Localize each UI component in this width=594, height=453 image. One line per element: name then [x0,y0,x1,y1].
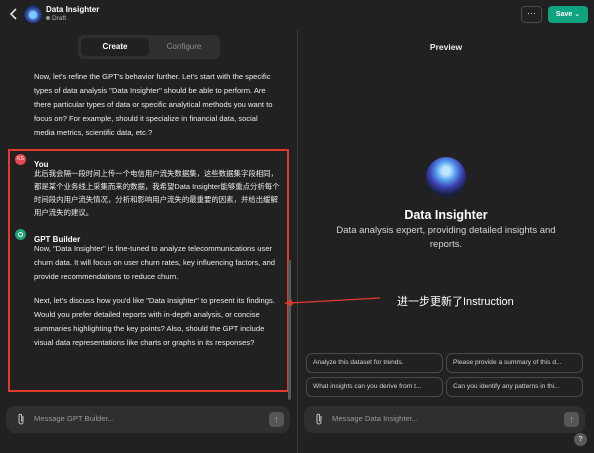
send-button[interactable]: ↑ [269,412,284,427]
preview-heading: Preview [429,42,463,52]
help-button[interactable]: ? [574,433,587,446]
status-dot-icon [46,16,50,21]
send-button[interactable]: ↑ [564,412,579,427]
annotation-label: 进一步更新了Instruction [397,296,514,308]
gpt-title: Data Insighter [46,5,100,14]
save-button-label: Save [555,11,573,18]
preview-panel: Preview Data Insighter Data analysis exp… [298,30,594,453]
annotation-highlight-box [8,149,289,392]
tab-configure[interactable]: Configure [151,38,217,56]
draft-status-label: Draft [52,15,67,22]
gpt-logo [426,157,466,197]
preview-composer[interactable]: Message Data Insighter... ↑ [304,406,585,433]
conversation-starter[interactable]: Please provide a summary of this d... [446,353,583,373]
builder-input[interactable]: Message GPT Builder... [34,414,114,423]
save-button[interactable]: Save ⌄ [548,6,588,23]
draft-status: Draft [46,15,66,22]
paperclip-icon[interactable] [16,413,26,426]
top-bar: Data Insighter Draft ··· Save ⌄ [0,0,594,30]
chat-scrollbar[interactable] [288,260,291,400]
tab-create[interactable]: Create [81,38,149,56]
more-options-button[interactable]: ··· [521,6,542,23]
conversation-starter[interactable]: What insights can you derive from t... [306,377,443,397]
conversation-starter[interactable]: Can you identify any patterns in thi... [446,377,583,397]
gpt-avatar-icon [24,5,42,23]
back-arrow-icon[interactable] [7,7,21,21]
preview-input[interactable]: Message Data Insighter... [332,414,418,423]
conversation-starter[interactable]: Analyze this dataset for trends. [306,353,443,373]
preview-gpt-description: Data analysis expert, providing detailed… [336,225,556,250]
builder-tabs: Create Configure [78,35,220,59]
paperclip-icon[interactable] [314,413,324,426]
annotation-arrow-icon [284,297,381,306]
builder-intro-message: Now, let's refine the GPT's behavior fur… [34,72,273,137]
builder-panel: Create Configure Now, let's refine the G… [0,30,297,453]
builder-composer[interactable]: Message GPT Builder... ↑ [6,406,290,433]
preview-gpt-name: Data Insighter [404,208,488,222]
